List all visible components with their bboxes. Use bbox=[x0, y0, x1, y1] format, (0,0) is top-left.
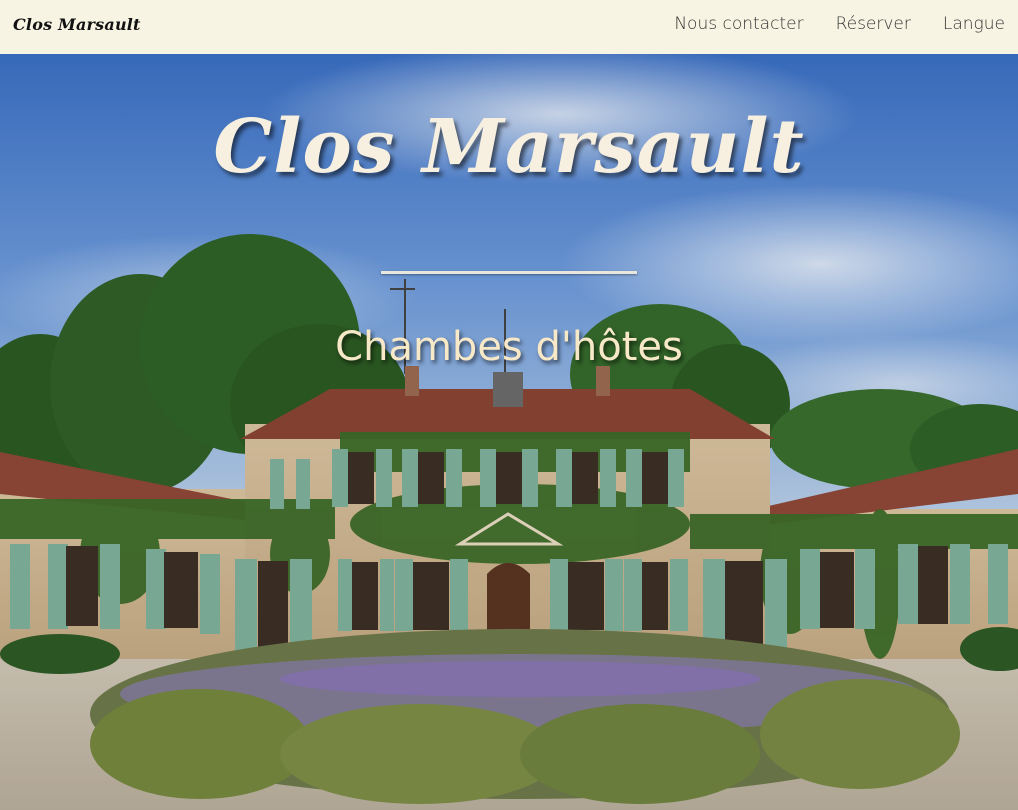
top-navbar: Clos Marsault Nous contacter Réserver La… bbox=[0, 0, 1018, 54]
nav-item-reserve[interactable]: Réserver bbox=[836, 14, 911, 34]
brand-logo[interactable]: Clos Marsault bbox=[13, 15, 141, 34]
nav-item-contact[interactable]: Nous contacter bbox=[674, 14, 803, 34]
hero-section: Clos Marsault Chambes d'hôtes bbox=[0, 54, 1018, 810]
hero-divider bbox=[381, 271, 637, 274]
nav-item-language[interactable]: Langue bbox=[943, 14, 1005, 34]
hero-title: Clos Marsault bbox=[213, 104, 805, 190]
hero-subtitle: Chambes d'hôtes bbox=[335, 324, 683, 370]
nav-menu: Nous contacter Réserver Langue bbox=[674, 14, 1005, 34]
